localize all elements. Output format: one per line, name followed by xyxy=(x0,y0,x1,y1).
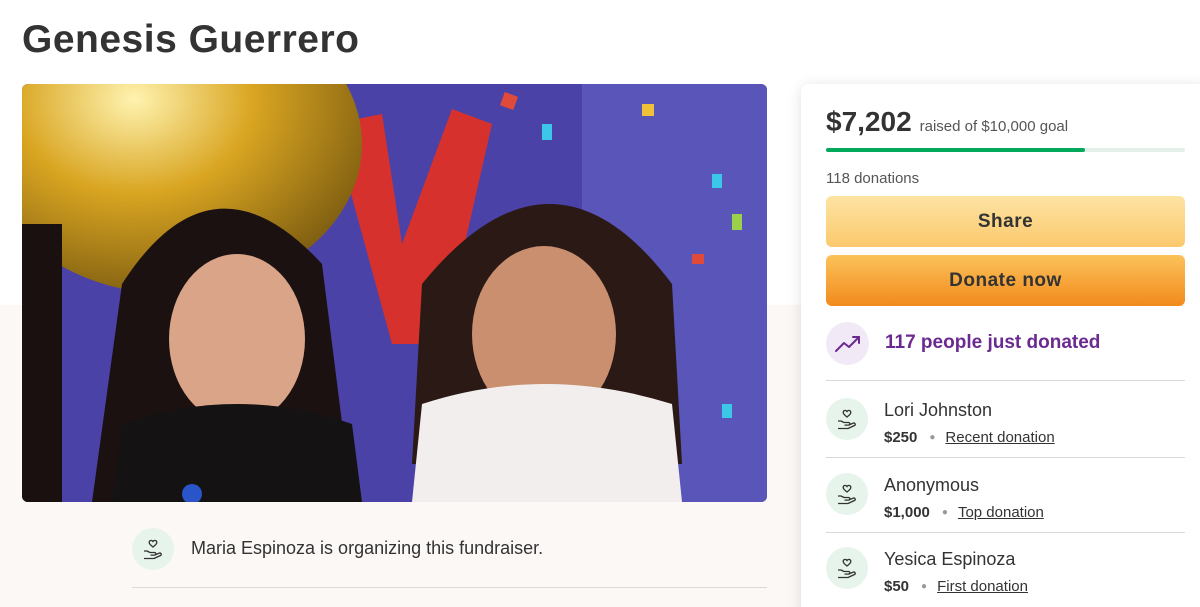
donor-type-link[interactable]: Recent donation xyxy=(945,429,1054,446)
donor-type-link[interactable]: First donation xyxy=(937,578,1028,595)
trending-text: 117 people just donated xyxy=(885,332,1101,353)
heart-hand-icon xyxy=(144,539,162,560)
progress-fill xyxy=(826,148,1085,152)
heart-hand-icon xyxy=(838,409,856,430)
donor-avatar xyxy=(826,547,868,589)
separator-dot: ● xyxy=(921,581,928,592)
donor-amount: $250 xyxy=(884,429,918,446)
donation-count: 118 donations xyxy=(826,170,920,187)
raised-summary: $7,202 raised of $10,000 goal xyxy=(826,106,1068,138)
separator-dot: ● xyxy=(929,432,936,443)
separator-dot: ● xyxy=(941,507,948,518)
donor-item: Yesica Espinoza $50 ● First donation xyxy=(826,533,1185,607)
trending-row: 117 people just donated xyxy=(826,322,1185,381)
progress-bar xyxy=(826,148,1185,152)
donor-amount: $50 xyxy=(884,578,910,595)
organizer-row: Maria Espinoza is organizing this fundra… xyxy=(132,528,767,588)
donor-name: Yesica Espinoza xyxy=(884,549,1016,569)
goal-text: raised of $10,000 goal xyxy=(919,118,1069,135)
donor-name: Anonymous xyxy=(884,475,980,495)
photo-illustration xyxy=(22,84,767,502)
donation-sidebar: $7,202 raised of $10,000 goal 118 donati… xyxy=(801,84,1200,607)
donor-item: Anonymous $1,000 ● Top donation xyxy=(826,459,1185,533)
donor-amount: $1,000 xyxy=(884,504,930,521)
donor-type-link[interactable]: Top donation xyxy=(958,504,1044,521)
donor-item: Lori Johnston $250 ● Recent donation xyxy=(826,384,1185,458)
page-title: Genesis Guerrero xyxy=(22,18,360,61)
donor-name: Lori Johnston xyxy=(884,400,993,420)
organizer-avatar xyxy=(132,528,174,570)
donor-avatar xyxy=(826,398,868,440)
trending-up-icon xyxy=(834,335,860,352)
donate-now-button[interactable]: Donate now xyxy=(826,255,1185,306)
trending-badge xyxy=(826,322,869,365)
fundraiser-photo xyxy=(22,84,767,502)
organizer-text: Maria Espinoza is organizing this fundra… xyxy=(191,538,544,558)
share-button[interactable]: Share xyxy=(826,196,1185,247)
heart-hand-icon xyxy=(838,484,856,505)
donor-avatar xyxy=(826,473,868,515)
raised-amount: $7,202 xyxy=(826,106,912,137)
heart-hand-icon xyxy=(838,558,856,579)
